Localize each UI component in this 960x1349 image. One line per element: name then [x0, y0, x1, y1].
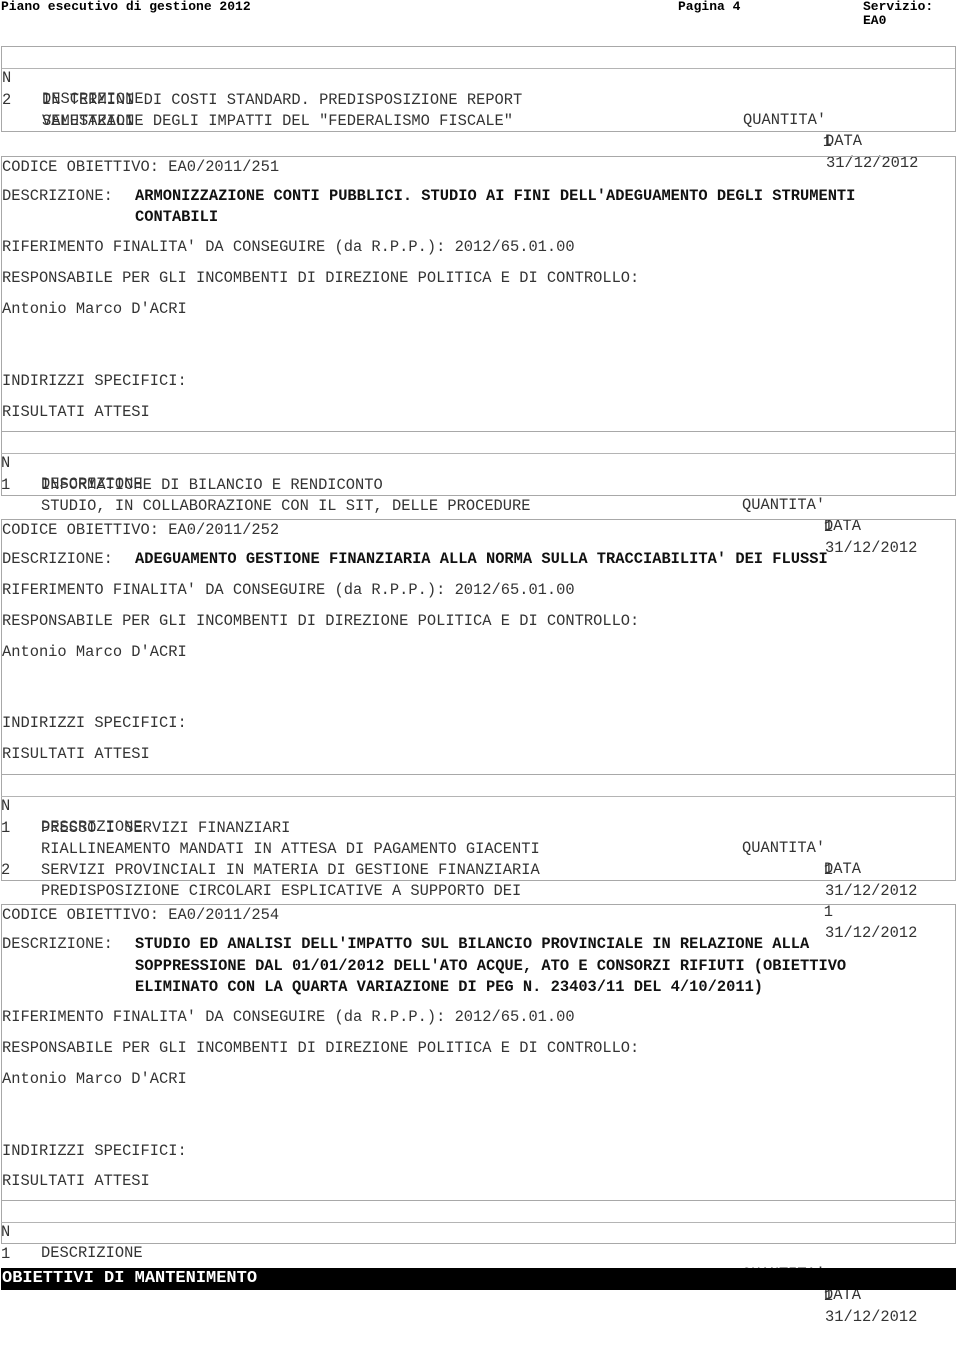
objective-block: CODICE OBIETTIVO: EA0/2011/252 DESCRIZIO…: [1, 519, 956, 942]
risultati-attesi-label: RISULTATI ATTESI: [2, 1172, 150, 1190]
codice-value: EA0/2011/251: [168, 158, 280, 176]
responsabile-name: Antonio Marco D'ACRI: [2, 300, 187, 318]
responsabile-label: RESPONSABILE PER GLI INCOMBENTI DI DIREZ…: [2, 612, 640, 630]
descrizione-label: DESCRIZIONE:: [2, 550, 123, 568]
section-banner: OBIETTIVI DI MANTENIMENTO: [1, 1268, 956, 1290]
indirizzi-specifici-label: INDIRIZZI SPECIFICI:: [2, 714, 187, 732]
row-description: STUDIO, IN COLLABORAZIONE CON IL SIT, DE…: [41, 497, 531, 515]
riferimento: RIFERIMENTO FINALITA' DA CONSEGUIRE (da …: [2, 1008, 575, 1026]
descrizione-value: STUDIO ED ANALISI DELL'IMPATTO SUL BILAN…: [135, 935, 810, 953]
descrizione-value: CONTABILI: [135, 208, 219, 226]
descrizione-value: ELIMINATO CON LA QUARTA VARIAZIONE DI PE…: [135, 978, 764, 996]
responsabile-name: Antonio Marco D'ACRI: [2, 1070, 187, 1088]
table-header-row: N DESCRIZIONE QUANTITA' DATA: [1, 432, 956, 535]
risultati-attesi-label: RISULTATI ATTESI: [2, 403, 150, 421]
document-title: Piano esecutivo di gestione 2012: [1, 0, 251, 14]
table-row: 1 RIALLINEAMENTO MANDATI IN ATTESA DI PA…: [1, 797, 956, 900]
row-description: IN TERMINI DI COSTI STANDARD. PREDISPOSI…: [42, 91, 523, 109]
row-number: 1: [1, 1245, 11, 1263]
row-description: INFORMATICHE DI BILANCIO E RENDICONTO: [41, 476, 383, 494]
descrizione-label: DESCRIZIONE:: [2, 187, 123, 205]
riferimento: RIFERIMENTO FINALITA' DA CONSEGUIRE (da …: [2, 238, 575, 256]
row-date: 31/12/2012: [825, 882, 918, 900]
table-row: 2 VALUTAZIONE DEGLI IMPATTI DEL "FEDERAL…: [2, 69, 955, 172]
responsabile-name: Antonio Marco D'ACRI: [2, 643, 187, 661]
descrizione-label: DESCRIZIONE:: [2, 935, 123, 953]
carryover-results-table: N DESCRIZIONE QUANTITA' DATA 2 VALUTAZIO…: [1, 46, 956, 172]
codice-obiettivo: CODICE OBIETTIVO: EA0/2011/254: [2, 906, 280, 924]
codice-value: EA0/2011/252: [168, 521, 280, 539]
objective-block: CODICE OBIETTIVO: EA0/2011/254 DESCRIZIO…: [1, 904, 956, 1326]
row-description: SEMESTRALI: [42, 112, 135, 130]
descrizione-value: ARMONIZZAZIONE CONTI PUBBLICI. STUDIO AI…: [135, 187, 856, 205]
codice-value: EA0/2011/254: [168, 906, 280, 924]
responsabile-label: RESPONSABILE PER GLI INCOMBENTI DI DIREZ…: [2, 269, 640, 287]
service-code: Servizio: EA0: [863, 0, 934, 28]
descrizione-value: ADEGUAMENTO GESTIONE FINANZIARIA ALLA NO…: [135, 550, 828, 568]
responsabile-label: RESPONSABILE PER GLI INCOMBENTI DI DIREZ…: [2, 1039, 640, 1057]
riferimento-value: 2012/65.01.00: [454, 238, 575, 256]
riferimento-value: 2012/65.01.00: [454, 581, 575, 599]
codice-obiettivo: CODICE OBIETTIVO: EA0/2011/251: [2, 158, 280, 176]
row-description: PRESSO I SERVIZI FINANZIARI: [41, 819, 291, 837]
codice-obiettivo: CODICE OBIETTIVO: EA0/2011/252: [2, 521, 280, 539]
riferimento-value: 2012/65.01.00: [454, 1008, 575, 1026]
table-header-row: N DESCRIZIONE QUANTITA' DATA: [1, 1201, 956, 1304]
indirizzi-specifici-label: INDIRIZZI SPECIFICI:: [2, 372, 187, 390]
riferimento: RIFERIMENTO FINALITA' DA CONSEGUIRE (da …: [2, 581, 575, 599]
table-row: 1 STUDIO, IN COLLABORAZIONE CON IL SIT, …: [1, 454, 956, 557]
results-table: N DESCRIZIONE QUANTITA' DATA 1 PREDISPOS…: [1, 1200, 956, 1326]
table-header-row: N DESCRIZIONE QUANTITA' DATA: [1, 775, 956, 878]
row-description: SERVIZI PROVINCIALI IN MATERIA DI GESTIO…: [41, 861, 540, 879]
objective-block: CODICE OBIETTIVO: EA0/2011/251 DESCRIZIO…: [1, 156, 956, 557]
table-row: 1 PREDISPOSIZIONE RELAZIONE 1 31/12/2012: [1, 1223, 956, 1326]
col-header-quantita: QUANTITA': [742, 496, 826, 514]
table-header-row: N DESCRIZIONE QUANTITA' DATA: [2, 47, 955, 150]
results-table: N DESCRIZIONE QUANTITA' DATA 1 RIALLINEA…: [1, 774, 956, 942]
descrizione-value: SOPPRESSIONE DAL 01/01/2012 DELL'ATO ACQ…: [135, 957, 847, 975]
results-table: N DESCRIZIONE QUANTITA' DATA 1 STUDIO, I…: [1, 431, 956, 557]
row-date: 31/12/2012: [825, 1308, 918, 1326]
risultati-attesi-label: RISULTATI ATTESI: [2, 745, 150, 763]
page-number: Pagina 4: [678, 0, 741, 14]
row-description: PREDISPOSIZIONE CIRCOLARI ESPLICATIVE A …: [41, 882, 522, 900]
indirizzi-specifici-label: INDIRIZZI SPECIFICI:: [2, 1142, 187, 1160]
row-quantity: 1: [822, 133, 832, 151]
table-row: 2 PREDISPOSIZIONE CIRCOLARI ESPLICATIVE …: [1, 839, 956, 942]
